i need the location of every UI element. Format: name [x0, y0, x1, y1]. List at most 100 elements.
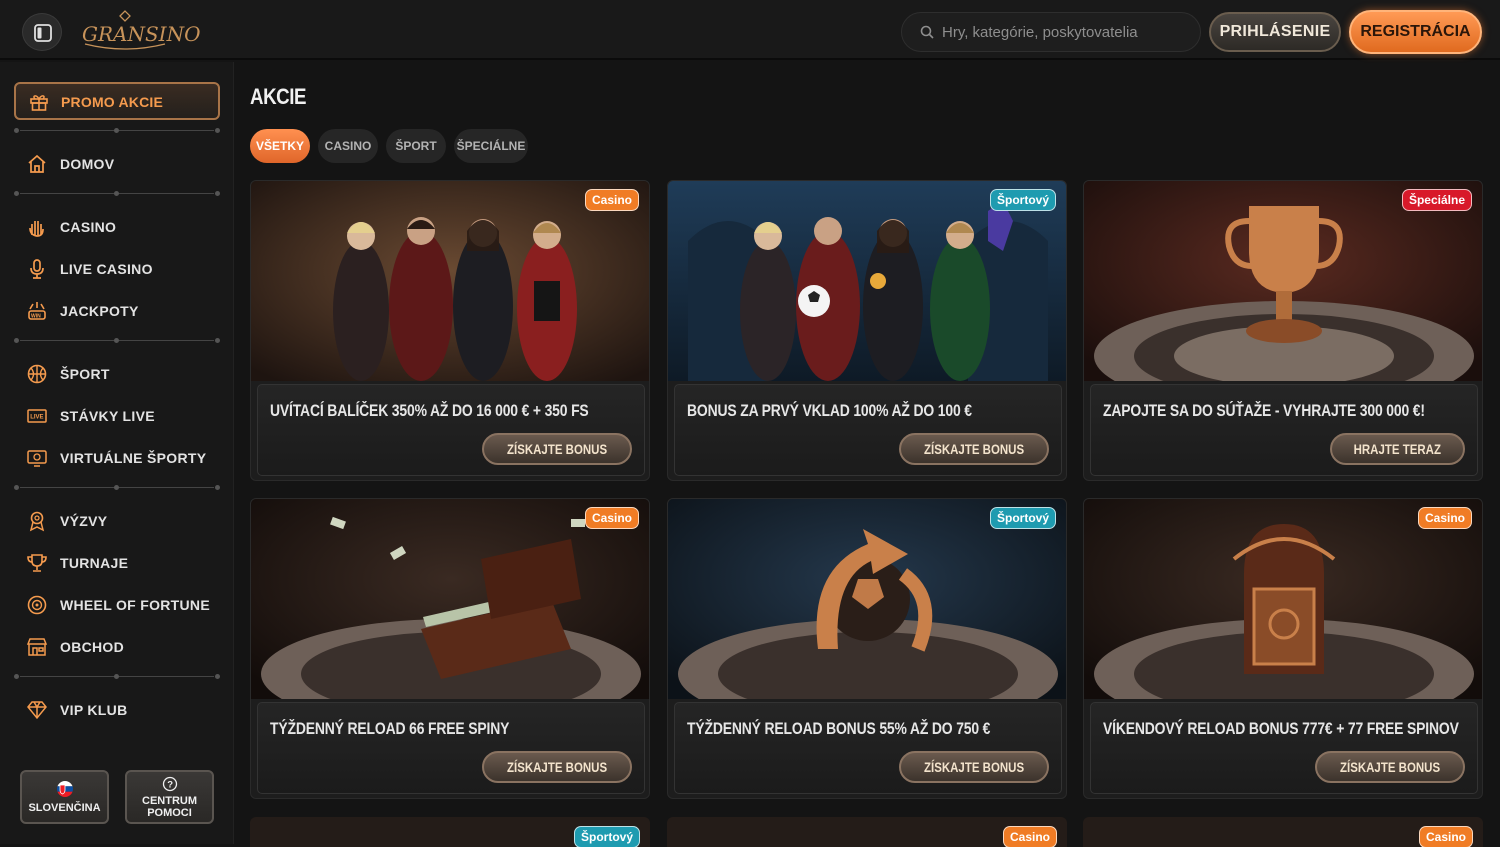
promo-card-partial[interactable]: Casino [1083, 817, 1483, 847]
sidebar-item-label: VIP KLUB [60, 702, 128, 718]
tab-vsetky[interactable]: VŠETKY [250, 129, 310, 163]
login-button[interactable]: PRIHLÁSENIE [1209, 12, 1341, 52]
promo-image-sport-hosts [668, 181, 1066, 381]
sidebar-divider [14, 128, 220, 134]
sidebar-item-virtualne-sporty[interactable]: VIRTUÁLNE ŠPORTY [26, 445, 226, 471]
promo-title: BONUS ZA PRVÝ VKLAD 100% AŽ DO 100 € [687, 401, 972, 420]
search-icon [920, 25, 934, 39]
question-icon: ? [162, 776, 178, 792]
promo-title: ZAPOJTE SA DO SÚŤAŽE - VYHRAJTE 300 000 … [1103, 401, 1425, 420]
get-bonus-button[interactable]: ZÍSKAJTE BONUS [898, 751, 1049, 783]
category-badge: Špeciálne [1401, 189, 1472, 211]
sidebar-item-wheel-of-fortune[interactable]: WHEEL OF FORTUNE [26, 592, 226, 618]
language-button[interactable]: SLOVENČINA [20, 770, 109, 824]
search-box[interactable] [901, 12, 1201, 52]
basketball-icon [27, 364, 47, 384]
sidebar-item-label: VIRTUÁLNE ŠPORTY [60, 450, 207, 466]
button-label: ZÍSKAJTE BONUS [923, 441, 1025, 457]
register-button[interactable]: REGISTRÁCIA [1349, 10, 1482, 54]
promo-card[interactable]: Casino VÍKENDOVÝ RELOAD BONUS 777€ + 77 … [1083, 498, 1483, 799]
promo-title: VÍKENDOVÝ RELOAD BONUS 777€ + 77 FREE SP… [1103, 719, 1459, 738]
tab-casino[interactable]: CASINO [318, 129, 378, 163]
sidebar: PROMO AKCIE DOMOV CASINO LIVE CASINO WIN… [0, 62, 234, 844]
promo-card-partial[interactable]: Casino [667, 817, 1067, 847]
play-now-button[interactable]: HRAJTE TERAZ [1330, 433, 1465, 465]
virtual-monitor-icon [27, 450, 47, 467]
button-label: ZÍSKAJTE BONUS [923, 759, 1025, 775]
promo-card-panel: BONUS ZA PRVÝ VKLAD 100% AŽ DO 100 € ZÍS… [674, 384, 1062, 476]
microphone-icon [30, 259, 44, 279]
category-badge: Casino [584, 189, 639, 211]
sidebar-item-domov[interactable]: DOMOV [26, 151, 226, 177]
promo-card[interactable]: Športový BONUS ZA PRVÝ VKLAD 100% AŽ DO … [667, 180, 1067, 481]
get-bonus-button[interactable]: ZÍSKAJTE BONUS [898, 433, 1049, 465]
category-badge: Športový [989, 189, 1056, 211]
sidebar-item-label: ŠPORT [60, 366, 110, 382]
trophy-icon [27, 554, 47, 572]
get-bonus-button[interactable]: ZÍSKAJTE BONUS [481, 751, 632, 783]
sidebar-item-label: CASINO [60, 219, 117, 235]
promo-card-panel: ZAPOJTE SA DO SÚŤAŽE - VYHRAJTE 300 000 … [1090, 384, 1478, 476]
gransino-logo[interactable]: GRANSINO [82, 10, 200, 52]
get-bonus-button[interactable]: ZÍSKAJTE BONUS [1314, 751, 1465, 783]
sidebar-item-label: DOMOV [60, 156, 115, 172]
sidebar-toggle-icon [34, 24, 52, 42]
promo-title: TÝŽDENNÝ RELOAD BONUS 55% AŽ DO 750 € [687, 719, 991, 738]
sidebar-item-jackpoty[interactable]: WIN JACKPOTY [26, 298, 226, 324]
promo-card-panel: VÍKENDOVÝ RELOAD BONUS 777€ + 77 FREE SP… [1090, 702, 1478, 794]
sidebar-item-vip-klub[interactable]: VIP KLUB [26, 697, 226, 723]
promo-image-football-arrow [668, 499, 1066, 699]
diamond-icon [27, 701, 47, 720]
promo-title: TÝŽDENNÝ RELOAD 66 FREE SPINY [270, 719, 510, 738]
category-badge: Casino [584, 507, 639, 529]
category-badge: Športový [989, 507, 1056, 529]
logo-text: GRANSINO [82, 22, 201, 46]
page-title: AKCIE [250, 84, 307, 109]
promo-card[interactable]: Špeciálne ZAPOJTE SA DO SÚŤAŽE - VYHRAJT… [1083, 180, 1483, 481]
help-label-line2: POMOCI [147, 807, 192, 819]
promo-image-safe [1084, 499, 1482, 699]
sidebar-item-label: VÝZVY [60, 513, 108, 529]
home-icon [28, 154, 46, 173]
language-label: SLOVENČINA [28, 802, 101, 814]
promo-card-partial[interactable]: Športový [250, 817, 650, 847]
button-label: ZÍSKAJTE BONUS [1339, 759, 1441, 775]
gift-icon [30, 95, 48, 111]
sidebar-item-stavky-live[interactable]: LIVE STÁVKY LIVE [26, 403, 226, 429]
top-bar: GRANSINO PRIHLÁSENIE REGISTRÁCIA [0, 0, 1500, 60]
promo-image-casino-hosts [251, 181, 649, 381]
sidebar-item-label: PROMO AKCIE [61, 94, 164, 110]
sidebar-divider [14, 485, 220, 491]
sidebar-divider [14, 338, 220, 344]
sidebar-item-label: STÁVKY LIVE [60, 408, 155, 424]
get-bonus-button[interactable]: ZÍSKAJTE BONUS [481, 433, 632, 465]
svg-text:LIVE: LIVE [30, 415, 43, 421]
promo-card-panel: TÝŽDENNÝ RELOAD BONUS 55% AŽ DO 750 € ZÍ… [674, 702, 1062, 794]
promo-card[interactable]: Casino UVÍTACÍ BALÍČEK 350% AŽ DO 16 000… [250, 180, 650, 481]
sidebar-item-live-casino[interactable]: LIVE CASINO [26, 256, 226, 282]
live-badge-icon: LIVE [27, 409, 47, 423]
sidebar-item-turnaje[interactable]: TURNAJE [26, 550, 226, 576]
promo-card[interactable]: Casino TÝŽDENNÝ RELOAD 66 FREE SPINY ZÍS… [250, 498, 650, 799]
sidebar-item-sport[interactable]: ŠPORT [26, 361, 226, 387]
promo-title: UVÍTACÍ BALÍČEK 350% AŽ DO 16 000 € + 35… [270, 401, 589, 420]
sidebar-item-casino[interactable]: CASINO [26, 214, 226, 240]
wheel-icon [27, 595, 47, 615]
help-center-button[interactable]: ? CENTRUM POMOCI [125, 770, 214, 824]
tab-sport[interactable]: ŠPORT [386, 129, 446, 163]
svg-text:WIN: WIN [31, 314, 41, 320]
svg-text:?: ? [167, 780, 173, 791]
sidebar-item-label: JACKPOTY [60, 303, 139, 319]
search-input[interactable] [942, 13, 1192, 51]
tab-specialne[interactable]: ŠPECIÁLNE [454, 129, 528, 163]
sidebar-item-promo[interactable]: PROMO AKCIE [14, 82, 220, 120]
sidebar-item-vyzvy[interactable]: VÝZVY [26, 508, 226, 534]
sidebar-item-label: LIVE CASINO [60, 261, 153, 277]
sidebar-divider [14, 674, 220, 680]
sidebar-toggle-button[interactable] [22, 13, 62, 51]
promo-card-panel: UVÍTACÍ BALÍČEK 350% AŽ DO 16 000 € + 35… [257, 384, 645, 476]
promo-card[interactable]: Športový TÝŽDENNÝ RELOAD BONUS 55% AŽ DO… [667, 498, 1067, 799]
sidebar-item-obchod[interactable]: OBCHOD [26, 634, 226, 660]
sidebar-divider [14, 191, 220, 197]
sidebar-item-label: OBCHOD [60, 639, 125, 655]
